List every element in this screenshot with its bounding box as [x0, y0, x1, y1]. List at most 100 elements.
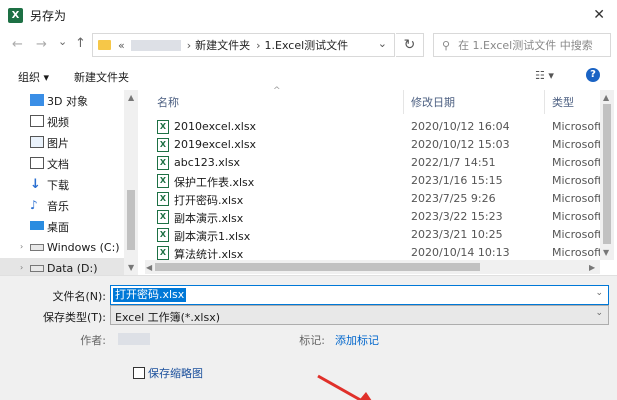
excel-file-icon: X	[157, 246, 169, 260]
filetype-label: 保存类型(T):	[42, 311, 106, 324]
sidebar-item-3d-objects[interactable]: 3D 对象	[0, 90, 124, 111]
excel-file-icon: X	[157, 138, 169, 152]
file-row[interactable]: X abc123.xlsx 2022/1/7 14:51 Microsoft	[145, 154, 603, 172]
drive-icon	[30, 244, 44, 251]
redacted-author[interactable]	[118, 333, 150, 345]
sidebar-item-label: 桌面	[47, 220, 69, 234]
annotation-arrow-icon	[317, 374, 372, 400]
path-overflow-icon[interactable]: «	[118, 39, 125, 52]
toolbar: 组织 ▾ 新建文件夹 ☷ ▾ ?	[0, 62, 617, 90]
scroll-up-icon[interactable]: ▲	[128, 93, 134, 102]
column-divider[interactable]	[544, 90, 545, 114]
file-name: 保护工作表.xlsx	[174, 176, 255, 189]
sidebar-scroll-thumb[interactable]	[127, 190, 135, 250]
filename-dropdown-icon[interactable]: ⌄	[595, 288, 603, 298]
scroll-down-icon[interactable]: ▼	[603, 248, 609, 257]
breadcrumb-item[interactable]: 1.Excel测试文件	[265, 37, 349, 53]
pictures-icon	[30, 136, 44, 148]
file-row[interactable]: X 副本演示.xlsx 2023/3/22 15:23 Microsoft	[145, 208, 603, 226]
file-name: abc123.xlsx	[174, 156, 241, 169]
sidebar-item-label: Data (D:)	[47, 262, 98, 275]
sidebar-item-downloads[interactable]: ↓ 下载	[0, 174, 124, 195]
file-date: 2023/7/25 9:26	[411, 192, 496, 205]
column-header-date[interactable]: 修改日期	[411, 94, 455, 110]
excel-file-icon: X	[157, 192, 169, 206]
file-type: Microsoft	[552, 156, 603, 169]
search-box[interactable]: ⚲ 在 1.Excel测试文件 中搜索	[433, 33, 611, 57]
horizontal-scroll-thumb[interactable]	[155, 263, 480, 271]
breadcrumb-item[interactable]: 新建文件夹	[195, 37, 250, 53]
file-row[interactable]: X 保护工作表.xlsx 2023/1/16 15:15 Microsoft	[145, 172, 602, 190]
sidebar-item-label: 下载	[47, 178, 69, 192]
3d-objects-icon	[30, 94, 44, 106]
new-folder-button[interactable]: 新建文件夹	[74, 69, 129, 85]
file-row[interactable]: X 2019excel.xlsx 2020/10/12 15:03 Micros…	[145, 136, 603, 154]
desktop-icon	[30, 221, 44, 230]
file-type: Microsoft	[552, 192, 603, 205]
sidebar-item-label: 视频	[47, 115, 69, 129]
address-bar[interactable]: « › 新建文件夹 › 1.Excel测试文件 ⌄	[92, 33, 395, 57]
file-date: 2023/3/21 10:25	[411, 228, 503, 241]
filename-input[interactable]: 打开密码.xlsx ⌄	[110, 285, 609, 305]
forward-arrow-icon[interactable]: →	[36, 37, 47, 52]
file-date: 2020/10/12 15:03	[411, 138, 510, 151]
music-icon: ♪	[30, 198, 38, 212]
file-name: 打开密码.xlsx	[174, 194, 244, 207]
search-icon: ⚲	[442, 38, 451, 52]
file-type: Microsoft	[552, 246, 603, 259]
up-arrow-icon[interactable]: ↑	[75, 36, 86, 51]
author-label: 作者:	[80, 334, 106, 347]
column-header-name[interactable]: 名称	[157, 94, 179, 110]
file-row[interactable]: X 打开密码.xlsx 2023/7/25 9:26 Microsoft	[145, 190, 603, 208]
scroll-down-icon[interactable]: ▼	[128, 263, 134, 272]
file-list: ^ 名称 修改日期 类型 X 2010excel.xlsx 2020/10/12…	[145, 86, 617, 275]
excel-file-icon: X	[157, 210, 169, 224]
folder-icon	[98, 40, 111, 50]
refresh-button[interactable]: ↻	[396, 33, 424, 57]
download-icon: ↓	[30, 177, 41, 192]
save-thumbnail-checkbox[interactable]	[133, 367, 145, 379]
tags-label: 标记:	[299, 334, 325, 347]
back-arrow-icon[interactable]: ←	[12, 37, 23, 52]
file-row[interactable]: X 2010excel.xlsx 2020/10/12 16:04 Micros…	[145, 118, 603, 136]
excel-file-icon: X	[157, 174, 169, 188]
column-header-type[interactable]: 类型	[552, 94, 574, 110]
filename-value: 打开密码.xlsx	[113, 288, 187, 302]
sidebar-item-drive-c[interactable]: › Windows (C:)	[0, 237, 124, 258]
excel-file-icon: X	[157, 228, 169, 242]
file-date: 2020/10/14 10:13	[411, 246, 510, 259]
sidebar-item-videos[interactable]: 视频	[0, 111, 124, 132]
filetype-select[interactable]: Excel 工作簿(*.xlsx) ⌄	[110, 305, 609, 325]
file-name: 副本演示.xlsx	[174, 212, 244, 225]
sidebar-item-music[interactable]: ♪ 音乐	[0, 195, 124, 216]
file-name: 2019excel.xlsx	[174, 138, 257, 151]
file-date: 2022/1/7 14:51	[411, 156, 496, 169]
file-type: Microsoft	[552, 210, 603, 223]
expand-chevron-icon[interactable]: ›	[20, 263, 23, 272]
navigation-pane: 3D 对象 视频 图片 文档 ↓ 下载 ♪ 音乐 桌面 › Windows (C…	[0, 90, 138, 279]
recent-locations-chevron-icon[interactable]: ⌄	[58, 35, 67, 48]
scroll-right-icon[interactable]: ▶	[589, 263, 595, 272]
column-divider[interactable]	[403, 90, 404, 114]
file-type: Microsoft	[552, 228, 603, 241]
close-icon[interactable]: ✕	[593, 7, 605, 23]
video-icon	[30, 115, 44, 127]
file-type: Microsoft	[552, 138, 603, 151]
scroll-up-icon[interactable]: ▲	[603, 93, 609, 102]
vertical-scroll-thumb[interactable]	[603, 104, 611, 244]
file-type: Microsoft	[552, 120, 603, 133]
organize-button[interactable]: 组织 ▾	[18, 69, 49, 85]
view-options-button[interactable]: ☷ ▾	[535, 69, 554, 82]
sidebar-item-documents[interactable]: 文档	[0, 153, 124, 174]
file-row[interactable]: X 副本演示1.xlsx 2023/3/21 10:25 Microsoft	[145, 226, 603, 244]
save-thumbnail-label[interactable]: 保存缩略图	[148, 365, 203, 381]
add-tags-link[interactable]: 添加标记	[335, 332, 379, 348]
address-dropdown-icon[interactable]: ⌄	[378, 37, 387, 50]
sidebar-item-pictures[interactable]: 图片	[0, 132, 124, 153]
expand-chevron-icon[interactable]: ›	[20, 242, 23, 251]
help-icon[interactable]: ?	[586, 68, 600, 82]
scroll-left-icon[interactable]: ◀	[146, 263, 152, 272]
sidebar-item-desktop[interactable]: 桌面	[0, 216, 124, 237]
filetype-dropdown-icon[interactable]: ⌄	[595, 308, 603, 318]
excel-file-icon: X	[157, 156, 169, 170]
